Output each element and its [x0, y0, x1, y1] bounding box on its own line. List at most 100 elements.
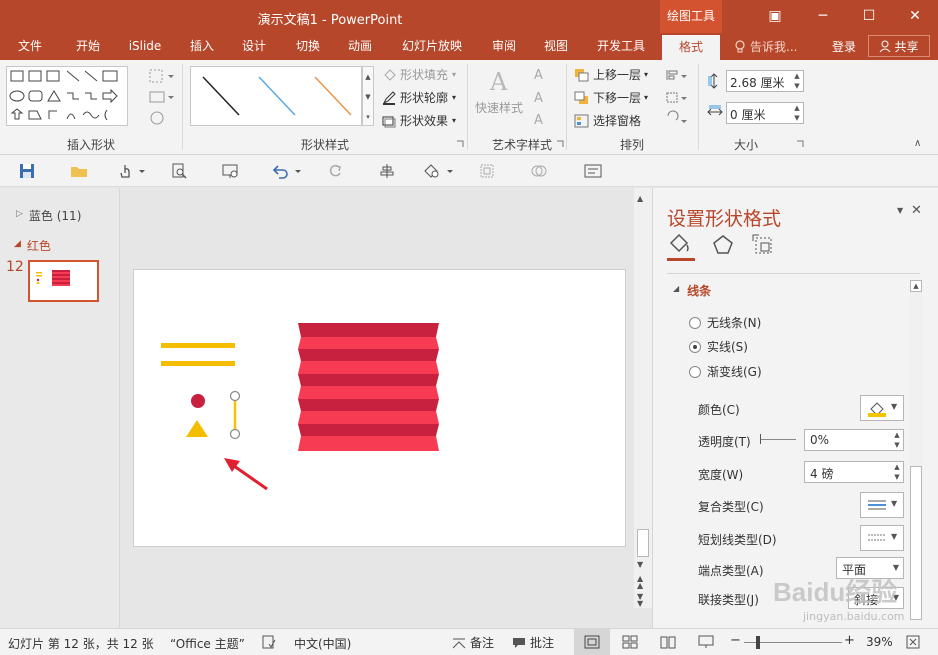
yellow-triangle[interactable] — [186, 420, 208, 437]
tab-design[interactable]: 设计 — [232, 33, 276, 60]
line-start-handle[interactable] — [229, 390, 241, 402]
align-button[interactable] — [376, 161, 398, 181]
previous-slide-icon[interactable]: ▲ ▲ — [637, 575, 643, 590]
shape-width-input[interactable]: 0 厘米 ▲ ▼ — [726, 102, 804, 124]
section-blue[interactable]: ▷ 蓝色 (11) — [16, 207, 81, 224]
transparency-input[interactable]: 0% ▲ ▼ — [804, 429, 904, 451]
align-group-rotate-buttons[interactable] — [664, 66, 690, 126]
tab-animations[interactable]: 动画 — [338, 33, 382, 60]
quick-styles-button[interactable]: A 快速样式 — [474, 66, 524, 122]
scroll-down-icon[interactable]: ▼ — [637, 560, 643, 569]
line-width-input[interactable]: 4 磅 ▲ ▼ — [804, 461, 904, 483]
dialog-launcher-icon[interactable] — [796, 140, 804, 148]
reading-view-icon[interactable] — [660, 635, 676, 649]
dialog-launcher-icon[interactable] — [556, 140, 564, 148]
fill-line-tab[interactable] — [667, 231, 695, 261]
text-fill-outline-buttons[interactable]: AAA — [532, 66, 558, 128]
height-spinner[interactable]: ▲ ▼ — [791, 71, 803, 91]
zoom-level[interactable]: 39% — [866, 635, 893, 649]
tab-home[interactable]: 开始 — [66, 33, 110, 60]
solid-line-option[interactable]: 实线(S) — [689, 338, 748, 355]
pane-scroll-up-icon[interactable]: ▲ — [910, 280, 922, 292]
tab-view[interactable]: 视图 — [534, 33, 578, 60]
shape-height-input[interactable]: 2.68 厘米 ▲ ▼ — [726, 70, 804, 92]
fit-to-window-icon[interactable] — [906, 635, 920, 649]
slide-sorter-icon[interactable] — [622, 635, 638, 649]
login-link[interactable]: 登录 — [832, 38, 856, 55]
transparency-spinner[interactable]: ▲ ▼ — [891, 430, 903, 450]
line-end-handle[interactable] — [229, 428, 241, 440]
language-indicator[interactable]: 中文(中国) — [294, 635, 351, 652]
notes-button[interactable]: 备注 — [452, 634, 494, 651]
selection-pane-button[interactable]: 选择窗格 — [574, 112, 641, 129]
gallery-scroll[interactable]: ▲ ▼ ▾ — [362, 66, 374, 126]
shape-outline-button[interactable]: 形状轮廓 ▾ — [382, 89, 456, 106]
zoom-out-button[interactable]: − — [730, 633, 741, 648]
tab-islide[interactable]: iSlide — [122, 33, 168, 60]
collapse-ribbon-button[interactable]: ∧ — [914, 138, 921, 149]
selected-line[interactable] — [229, 390, 241, 440]
shapes-button[interactable] — [422, 161, 456, 181]
present-button[interactable] — [220, 161, 242, 181]
restore-button[interactable]: ☐ — [846, 0, 892, 33]
scroll-up-icon[interactable]: ▲ — [637, 194, 643, 203]
pane-scrollbar[interactable]: ▲ — [910, 280, 922, 620]
gradient-line-option[interactable]: 渐变线(G) — [689, 363, 762, 380]
size-properties-tab[interactable] — [751, 233, 775, 260]
dash-type-picker[interactable]: ▼ — [860, 525, 904, 551]
slide-scrollbar[interactable]: ▲ ▼ ▲ ▲ ▼ ▼ — [634, 188, 652, 608]
yellow-bar-top[interactable] — [161, 343, 235, 348]
send-backward-button[interactable]: 下移一层 ▾ — [574, 89, 648, 106]
no-line-option[interactable]: 无线条(N) — [689, 314, 761, 331]
edit-shape-buttons[interactable] — [148, 66, 174, 125]
no-line-radio[interactable] — [689, 316, 701, 329]
ribbon-display-options-button[interactable]: ▣ — [752, 0, 798, 33]
tab-insert[interactable]: 插入 — [180, 33, 224, 60]
shape-fill-button[interactable]: 形状填充 ▾ — [382, 66, 456, 83]
slideshow-view-icon[interactable] — [698, 635, 714, 649]
close-button[interactable]: ✕ — [892, 0, 938, 33]
yellow-bar-bottom[interactable] — [161, 361, 235, 366]
merge-shapes-button[interactable] — [528, 161, 550, 181]
undo-button[interactable] — [270, 161, 304, 181]
tell-me-box[interactable]: 告诉我... — [734, 38, 797, 55]
effects-tab[interactable] — [711, 233, 735, 260]
tab-transitions[interactable]: 切换 — [286, 33, 330, 60]
pane-options-icon[interactable]: ▼ — [897, 206, 903, 215]
group-button[interactable] — [476, 161, 498, 181]
comments-button[interactable]: 批注 — [512, 634, 554, 651]
zoom-in-button[interactable]: + — [844, 633, 855, 648]
shape-effects-button[interactable]: 形状效果 ▾ — [382, 112, 456, 129]
shape-style-gallery[interactable] — [190, 66, 362, 126]
print-preview-button[interactable] — [168, 161, 190, 181]
line-color-picker[interactable]: ▼ — [860, 395, 904, 421]
shapes-gallery[interactable] — [6, 66, 128, 126]
transparency-slider[interactable] — [760, 439, 796, 440]
line-width-spinner[interactable]: ▲ ▼ — [891, 462, 903, 482]
close-pane-icon[interactable]: ✕ — [911, 203, 922, 218]
tab-developer[interactable]: 开发工具 — [590, 33, 652, 60]
text-box-button[interactable] — [582, 161, 604, 181]
section-red[interactable]: ◢ 红色 — [14, 237, 51, 254]
bring-forward-button[interactable]: 上移一层 ▾ — [574, 66, 648, 83]
compound-type-picker[interactable]: ▼ — [860, 492, 904, 518]
zoom-slider-thumb[interactable] — [756, 636, 760, 649]
redo-button[interactable] — [324, 161, 346, 181]
dialog-launcher-icon[interactable] — [456, 140, 464, 148]
slide-canvas[interactable] — [133, 269, 626, 547]
pane-scroll-thumb[interactable] — [910, 466, 922, 620]
transparency-slider-thumb[interactable] — [760, 434, 761, 444]
minimize-button[interactable]: ─ — [800, 0, 846, 33]
open-button[interactable] — [68, 161, 90, 181]
solid-line-radio[interactable] — [689, 340, 701, 353]
tab-file[interactable]: 文件 — [8, 33, 52, 60]
save-button[interactable] — [16, 161, 38, 181]
spelling-check-icon[interactable] — [262, 635, 276, 649]
next-slide-icon[interactable]: ▼ ▼ — [637, 593, 643, 608]
normal-view-button[interactable] — [574, 629, 610, 655]
gradient-line-radio[interactable] — [689, 365, 701, 378]
line-section-header[interactable]: ◢ 线条 — [673, 282, 711, 299]
tab-review[interactable]: 审阅 — [482, 33, 526, 60]
folded-red-ribbon[interactable] — [298, 323, 439, 451]
width-spinner[interactable]: ▲ ▼ — [791, 103, 803, 123]
